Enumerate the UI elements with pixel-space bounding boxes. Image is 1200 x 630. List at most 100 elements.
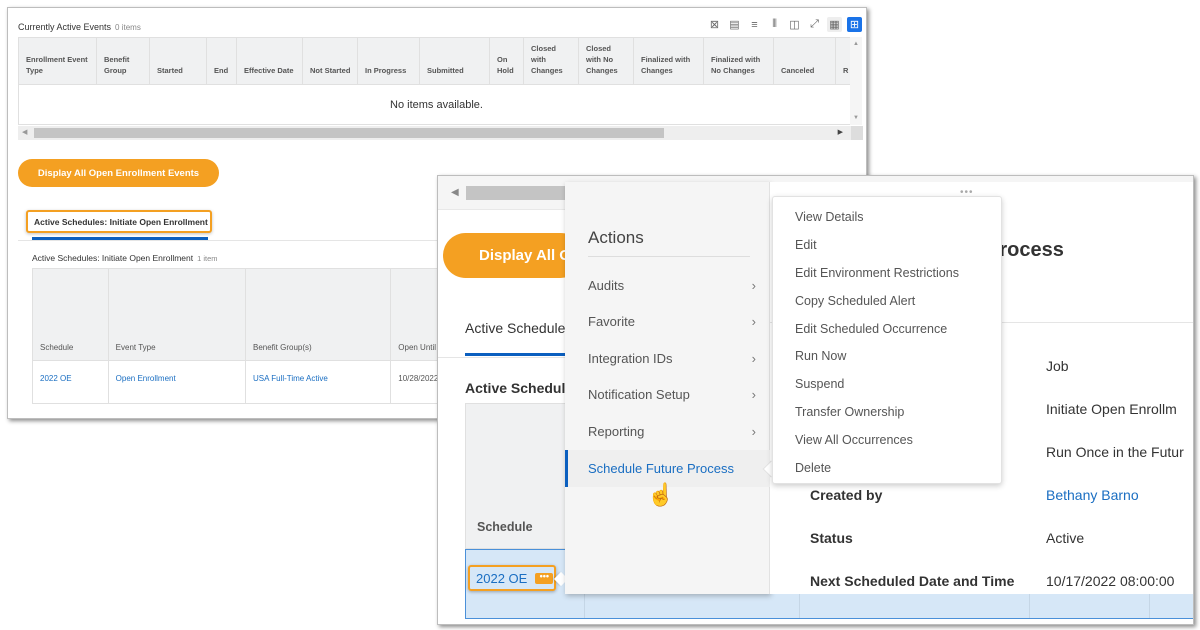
chevron-right-icon: ›	[751, 278, 756, 293]
schedules-title: Active Schedule	[465, 380, 574, 396]
created-by-link[interactable]: Bethany Barno	[1046, 487, 1139, 503]
table-header: Enrollment Event Type Benefit Group Star…	[18, 37, 855, 85]
column-header[interactable]: Benefit Group(s)	[246, 269, 392, 360]
table-view-icon[interactable]: ▦	[827, 17, 842, 32]
chevron-right-icon: ›	[751, 351, 756, 366]
menu-item-label: Favorite	[588, 314, 635, 329]
active-events-table: Enrollment Event Type Benefit Group Star…	[18, 37, 855, 125]
grid-view-icon[interactable]: ⊞	[847, 17, 862, 32]
schedules-count: 1 item	[197, 254, 218, 263]
column-header[interactable]: Benefit Group	[97, 38, 150, 84]
zoomed-actions-view: ◀ Display All O Active Schedule Active S…	[437, 175, 1194, 625]
column-header[interactable]: Submitted	[420, 38, 490, 84]
chart-icon[interactable]: ⫴	[767, 17, 782, 32]
menu-item-label: Notification Setup	[588, 387, 690, 402]
column-header[interactable]: Finalized with No Changes	[704, 38, 774, 84]
chevron-right-icon: ›	[751, 314, 756, 329]
column-header[interactable]: Not Started	[303, 38, 358, 84]
fullscreen-icon[interactable]: ⤢	[807, 17, 822, 32]
menu-item-integration-ids[interactable]: Integration IDs ›	[565, 340, 770, 377]
export-excel-icon[interactable]: ⊠	[707, 17, 722, 32]
menu-item-label: Schedule Future Process	[588, 461, 734, 476]
hand-cursor-icon: ☝	[647, 482, 675, 507]
scroll-up-icon[interactable]: ▲	[853, 41, 859, 47]
next-scheduled-value: 10/17/2022 08:00:00	[1046, 573, 1175, 589]
field-label: Created by	[810, 487, 883, 503]
submenu-item-view-all-occurrences[interactable]: View All Occurrences	[773, 426, 1001, 454]
chevron-right-icon: ›	[751, 424, 756, 439]
benefit-group-link[interactable]: USA Full-Time Active	[246, 361, 392, 403]
submenu-item-view-details[interactable]: View Details	[773, 203, 1001, 231]
tab-active-schedules[interactable]: Active Schedule	[465, 320, 565, 336]
column-header[interactable]: In Progress	[358, 38, 420, 84]
submenu-item-run-now[interactable]: Run Now	[773, 342, 1001, 370]
column-header-schedule[interactable]: Schedule	[477, 520, 533, 534]
column-header[interactable]: End	[207, 38, 237, 84]
column-header[interactable]: Event Type	[109, 269, 246, 360]
actions-divider	[588, 256, 750, 257]
submenu-item-edit-scheduled-occurrence[interactable]: Edit Scheduled Occurrence	[773, 315, 1001, 343]
field-value: Run Once in the Futur	[1046, 444, 1184, 460]
column-header[interactable]: Schedule	[33, 269, 109, 360]
schedule-link[interactable]: 2022 OE	[33, 361, 109, 403]
tab-active-indicator	[465, 353, 575, 356]
grid-toolbar: ⊠ ▤ ≡ ⫴ ◫ ⤢ ▦ ⊞	[707, 17, 862, 32]
column-header[interactable]: Effective Date	[237, 38, 303, 84]
field-value: Job	[1046, 358, 1069, 374]
submenu-item-copy-scheduled-alert[interactable]: Copy Scheduled Alert	[773, 287, 1001, 315]
submenu-item-delete[interactable]: Delete	[773, 454, 1001, 482]
actions-menu-title: Actions	[588, 228, 644, 247]
column-chooser-icon[interactable]: ◫	[787, 17, 802, 32]
column-header[interactable]: Canceled	[774, 38, 836, 84]
scrollbar-thumb[interactable]	[34, 128, 664, 138]
submenu-item-suspend[interactable]: Suspend	[773, 370, 1001, 398]
schedules-table: Schedule Event Type Benefit Group(s) Ope…	[32, 268, 452, 404]
menu-item-label: Audits	[588, 278, 625, 293]
column-header[interactable]: Enrollment Event Type	[19, 38, 97, 84]
schedules-title: Active Schedules: Initiate Open Enrollme…	[32, 253, 218, 263]
status-value: Active	[1046, 530, 1085, 546]
scroll-left-icon[interactable]: ◀	[22, 128, 27, 136]
submenu-item-edit-environment-restrictions[interactable]: Edit Environment Restrictions	[773, 259, 1001, 287]
menu-item-favorite[interactable]: Favorite ›	[565, 303, 770, 340]
schedule-cell-highlight: 2022 OE •••	[468, 565, 556, 591]
related-actions-button[interactable]: •••	[535, 571, 554, 584]
column-header[interactable]: Closed with Changes	[524, 38, 579, 84]
horizontal-scrollbar[interactable]: ◀ ▶	[18, 126, 863, 140]
menu-item-reporting[interactable]: Reporting ›	[565, 413, 770, 450]
display-all-open-enrollment-events-button[interactable]: Display All O	[443, 233, 583, 278]
scroll-down-icon[interactable]: ▼	[853, 115, 859, 121]
column-header[interactable]: Started	[150, 38, 207, 84]
event-type-link[interactable]: Open Enrollment	[109, 361, 246, 403]
vertical-scrollbar[interactable]: ▲ ▼	[850, 37, 862, 125]
schedule-link[interactable]: 2022 OE	[476, 571, 527, 586]
scroll-right-icon[interactable]: ▶	[838, 128, 843, 136]
field-value: Initiate Open Enrollm	[1046, 401, 1177, 417]
column-header[interactable]: Closed with No Changes	[579, 38, 634, 84]
chevron-right-icon: ›	[751, 387, 756, 402]
field-label: Next Scheduled Date and Time	[810, 573, 1015, 589]
scrollbar-corner	[851, 126, 863, 140]
grid-title-text: Currently Active Events	[18, 22, 112, 32]
column-header[interactable]: On Hold	[490, 38, 524, 84]
grid-item-count: 0 items	[115, 23, 141, 32]
field-label: Status	[810, 530, 853, 546]
menu-item-label: Integration IDs	[588, 351, 673, 366]
table-row: 2022 OE Open Enrollment USA Full-Time Ac…	[32, 361, 452, 404]
schedule-future-process-submenu: View Details Edit Edit Environment Restr…	[772, 196, 1002, 484]
actions-menu: Actions Audits › Favorite › Integration …	[565, 182, 770, 594]
grid-title: Currently Active Events 0 items	[18, 22, 141, 32]
column-header[interactable]: Finalized with Changes	[634, 38, 704, 84]
display-all-open-enrollment-events-button[interactable]: Display All Open Enrollment Events	[18, 159, 219, 187]
scrollbar-thumb[interactable]	[466, 186, 566, 200]
tab-active-schedules[interactable]: Active Schedules: Initiate Open Enrollme…	[26, 210, 212, 233]
filter-icon[interactable]: ≡	[747, 17, 762, 32]
export-pdf-icon[interactable]: ▤	[727, 17, 742, 32]
menu-item-label: Reporting	[588, 424, 645, 439]
menu-item-notification-setup[interactable]: Notification Setup ›	[565, 376, 770, 413]
submenu-item-edit[interactable]: Edit	[773, 231, 1001, 259]
menu-item-audits[interactable]: Audits ›	[565, 267, 770, 304]
scroll-left-icon[interactable]: ◀	[451, 187, 459, 198]
empty-message: No items available.	[18, 85, 855, 125]
submenu-item-transfer-ownership[interactable]: Transfer Ownership	[773, 398, 1001, 426]
